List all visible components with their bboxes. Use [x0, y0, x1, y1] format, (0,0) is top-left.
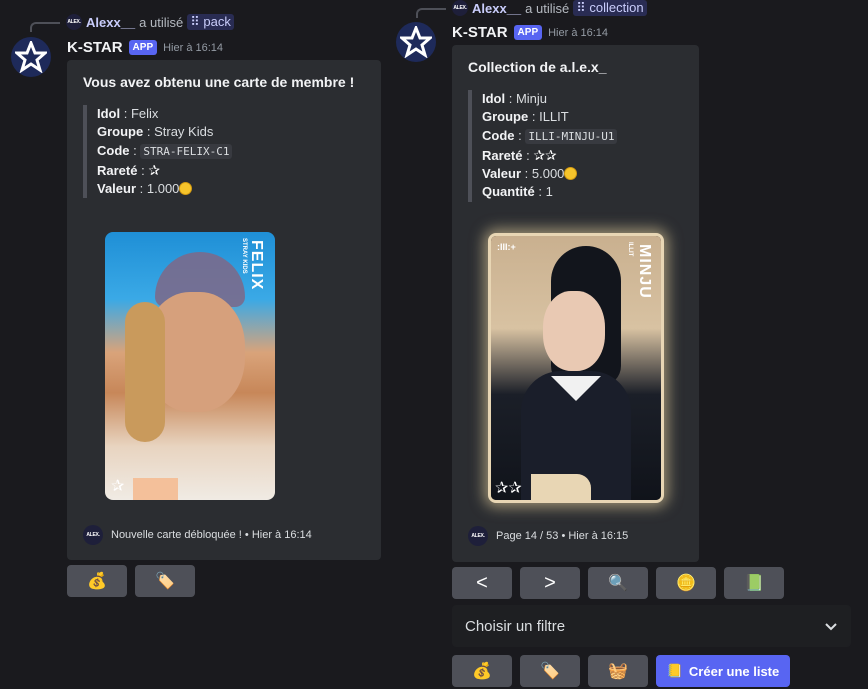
footer-avatar: ALEX. [468, 526, 488, 546]
create-list-label: Créer une liste [688, 663, 780, 679]
embed: Vous avez obtenu une carte de membre ! I… [67, 60, 381, 560]
tag-icon: 🏷️ [540, 663, 560, 680]
timestamp: Hier à 16:14 [548, 26, 609, 39]
field-group: Groupe : ILLIT [482, 109, 569, 125]
field-idol: Idol : Felix [97, 106, 159, 121]
field-code: Code : STRA-FELIX-C1 [97, 142, 233, 161]
next-arrow-icon: > [544, 571, 556, 594]
rarity-star-icon: ✰ [148, 161, 161, 178]
reply-connector [30, 22, 60, 32]
card-idol-name: FELIX [248, 240, 265, 291]
embed-footer: ALEX. Page 14 / 53 • Hier à 16:15 [468, 526, 628, 546]
card-group-name: STRAY KIDS [241, 238, 247, 274]
message-header: K-STAR APP Hier à 16:14 [67, 39, 223, 56]
magnifier-icon: 🔍 [608, 575, 628, 592]
embed-footer: ALEX. Nouvelle carte débloquée ! • Hier … [83, 525, 312, 545]
money-bag-button[interactable]: 💰 [67, 565, 127, 597]
field-rarity: Rareté : ✰✰ [482, 146, 557, 163]
prev-page-button[interactable]: < [452, 567, 512, 599]
star-logo-icon [400, 26, 432, 58]
coins-button[interactable]: 🪙 [656, 567, 716, 599]
spreadsheet-button[interactable]: 📗 [724, 567, 784, 599]
reply-username[interactable]: Alexx__ [86, 15, 135, 30]
basket-button[interactable]: 🧺 [588, 655, 648, 687]
reply-action: a utilisé [525, 0, 570, 16]
user-mini-avatar: ALEX. [452, 0, 468, 16]
bot-name[interactable]: K-STAR [452, 24, 508, 41]
money-bag-icon: 💰 [87, 573, 107, 590]
card-group-logo: :III:+ [497, 242, 516, 252]
bot-avatar[interactable] [396, 22, 436, 62]
card-rarity-star-icon: ✰✰ [495, 480, 522, 497]
field-group: Groupe : Stray Kids [97, 124, 214, 140]
embed-title: Collection de a.l.e.x_ [468, 59, 607, 75]
member-card-image[interactable]: FELIX STRAY KIDS ✰ [105, 232, 275, 500]
reply-context[interactable]: ALEX. Alexx__ a utilisé ⠿ pack [66, 14, 234, 30]
user-mini-avatar: ALEX. [66, 14, 82, 30]
reply-username[interactable]: Alexx__ [472, 1, 521, 16]
reply-context[interactable]: ALEX. Alexx__ a utilisé ⠿ collection [452, 0, 647, 16]
hair-shape [125, 302, 165, 442]
card-footer-tab [531, 474, 591, 500]
chevron-down-icon [825, 623, 837, 631]
spreadsheet-icon: 📗 [744, 575, 764, 592]
coin-icon [564, 167, 578, 181]
tag-button[interactable]: 🏷️ [135, 565, 195, 597]
money-bag-icon: 💰 [472, 663, 492, 680]
app-badge: APP [128, 40, 158, 55]
footer-text: Page 14 / 53 • Hier à 16:15 [496, 530, 629, 542]
rarity-star-icon: ✰✰ [533, 146, 557, 163]
tag-icon: 🏷️ [155, 573, 175, 590]
card-rarity-star-icon: ✰ [111, 478, 125, 495]
next-page-button[interactable]: > [520, 567, 580, 599]
field-value: Valeur : 5.000 [482, 165, 617, 183]
create-list-button[interactable]: 📒 Créer une liste [656, 655, 790, 687]
embed: Collection de a.l.e.x_ Idol : Minju Grou… [452, 45, 699, 562]
field-list: Idol : Felix Groupe : Stray Kids Code : … [83, 105, 233, 199]
field-rarity: Rareté : ✰ [97, 161, 161, 178]
field-value: Valeur : 1.000 [97, 180, 232, 198]
coin-icon [179, 182, 193, 196]
slash-command[interactable]: ⠿ collection [573, 0, 647, 16]
reply-action: a utilisé [139, 14, 184, 30]
prev-arrow-icon: < [476, 571, 488, 594]
timestamp: Hier à 16:14 [163, 41, 224, 54]
coins-icon: 🪙 [676, 575, 696, 592]
app-badge: APP [513, 25, 543, 40]
bot-name[interactable]: K-STAR [67, 39, 123, 56]
embed-title: Vous avez obtenu une carte de membre ! [83, 74, 355, 90]
field-quantity: Quantité : 1 [482, 184, 553, 200]
footer-text: Nouvelle carte débloquée ! • Hier à 16:1… [111, 529, 312, 541]
field-code: Code : ILLI-MINJU-U1 [482, 127, 618, 146]
basket-icon: 🧺 [608, 663, 628, 680]
money-bag-button[interactable]: 💰 [452, 655, 512, 687]
bot-avatar[interactable] [11, 37, 51, 77]
search-button[interactable]: 🔍 [588, 567, 648, 599]
reply-connector [416, 8, 446, 18]
member-card-image[interactable]: MINJU ILLIT :III:+ ✰✰ [488, 233, 664, 503]
card-footer-tab [133, 478, 178, 500]
field-idol: Idol : Minju [482, 91, 548, 106]
footer-avatar: ALEX. [83, 525, 103, 545]
face-shape [543, 291, 605, 371]
star-logo-icon [15, 41, 47, 73]
card-idol-name: MINJU [636, 244, 653, 299]
filter-select-placeholder: Choisir un filtre [465, 617, 566, 635]
filter-select[interactable]: Choisir un filtre [452, 605, 851, 647]
tag-button[interactable]: 🏷️ [520, 655, 580, 687]
message-header: K-STAR APP Hier à 16:14 [452, 24, 608, 41]
card-group-name: ILLIT [627, 242, 633, 257]
slash-command[interactable]: ⠿ pack [187, 14, 234, 30]
field-list: Idol : Minju Groupe : ILLIT Code : ILLI-… [468, 90, 618, 202]
notepad-icon: 📒 [666, 663, 683, 678]
